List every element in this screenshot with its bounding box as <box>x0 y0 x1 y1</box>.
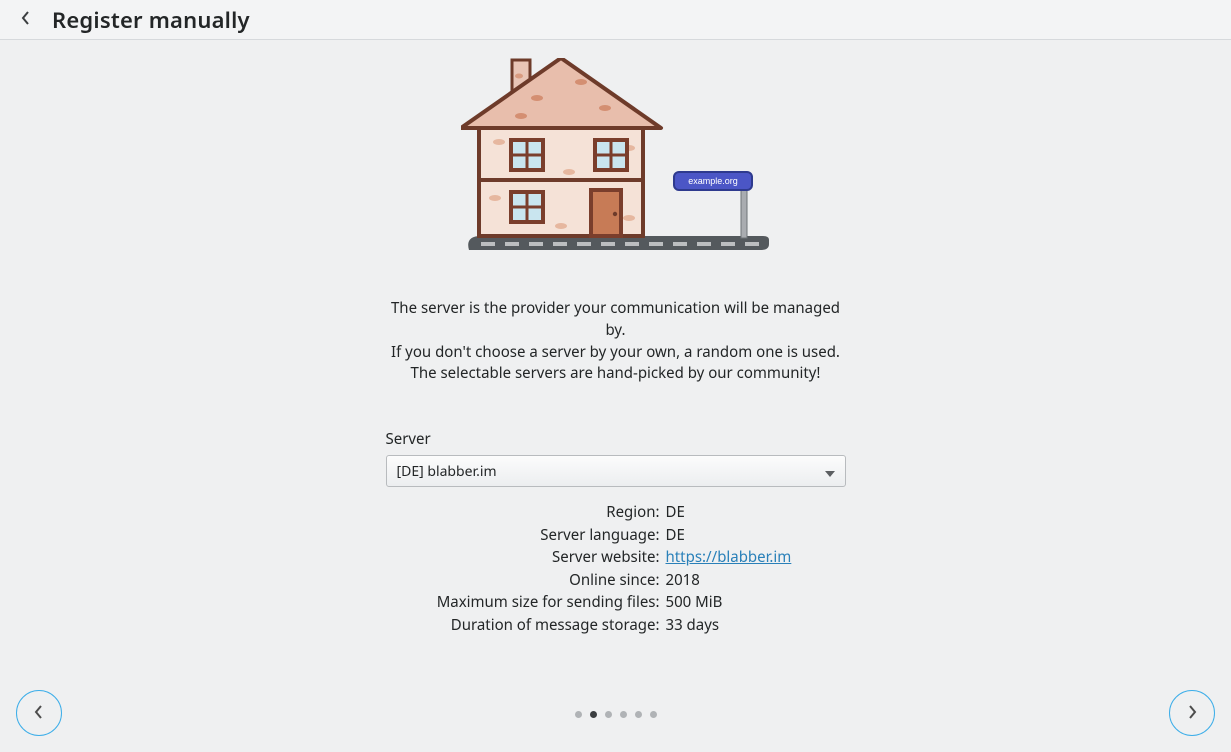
chevron-down-icon <box>825 460 835 482</box>
page-dot[interactable] <box>620 711 627 718</box>
detail-max-file-label: Maximum size for sending files: <box>390 591 660 614</box>
detail-region-label: Region: <box>390 501 660 524</box>
server-details: Region: DE Server language: DE Server we… <box>386 501 846 636</box>
detail-language: Server language: DE <box>386 524 846 547</box>
house-illustration: example.org <box>461 58 771 268</box>
page-title: Register manually <box>52 5 250 35</box>
page-dot[interactable] <box>590 711 597 718</box>
detail-online-since-label: Online since: <box>390 569 660 592</box>
desc-line2: If you don't choose a server by your own… <box>386 342 846 364</box>
detail-region: Region: DE <box>386 501 846 524</box>
back-button[interactable] <box>12 6 40 34</box>
page-dot[interactable] <box>605 711 612 718</box>
server-website-link[interactable]: https://blabber.im <box>666 547 792 567</box>
detail-storage-value: 33 days <box>666 614 842 637</box>
header-bar: Register manually <box>0 0 1231 40</box>
description: The server is the provider your communic… <box>386 298 846 385</box>
page-dot[interactable] <box>650 711 657 718</box>
next-button[interactable] <box>1169 690 1215 736</box>
desc-line3: The selectable servers are hand-picked b… <box>386 363 846 385</box>
page-indicator <box>575 711 657 718</box>
chevron-left-icon <box>33 704 45 723</box>
prev-button[interactable] <box>16 690 62 736</box>
detail-online-since-value: 2018 <box>666 569 842 592</box>
detail-language-label: Server language: <box>390 524 660 547</box>
desc-line1: The server is the provider your communic… <box>386 298 846 342</box>
detail-max-file-value: 500 MiB <box>666 591 842 614</box>
detail-website-label: Server website: <box>390 546 660 569</box>
main: example.org The server is the provider y… <box>0 40 1231 752</box>
detail-language-value: DE <box>666 524 842 547</box>
server-label: Server <box>386 429 846 449</box>
server-selected-text: [DE] blabber.im <box>397 462 825 481</box>
server-select[interactable]: [DE] blabber.im <box>386 455 846 487</box>
sign-text: example.org <box>688 176 738 186</box>
detail-online-since: Online since: 2018 <box>386 569 846 592</box>
page-dot[interactable] <box>635 711 642 718</box>
server-section: Server [DE] blabber.im Region: DE Server… <box>386 429 846 636</box>
detail-max-file: Maximum size for sending files: 500 MiB <box>386 591 846 614</box>
detail-storage-label: Duration of message storage: <box>390 614 660 637</box>
content: example.org The server is the provider y… <box>386 40 846 636</box>
page-dot[interactable] <box>575 711 582 718</box>
chevron-left-icon <box>20 10 32 29</box>
detail-storage: Duration of message storage: 33 days <box>386 614 846 637</box>
detail-website: Server website: https://blabber.im <box>386 546 846 569</box>
chevron-right-icon <box>1186 704 1198 723</box>
detail-region-value: DE <box>666 501 842 524</box>
